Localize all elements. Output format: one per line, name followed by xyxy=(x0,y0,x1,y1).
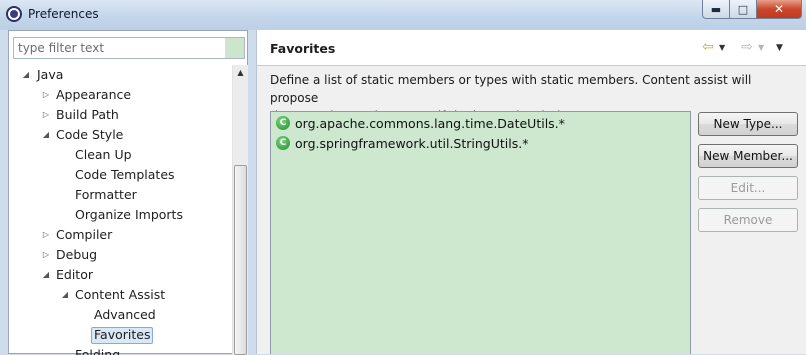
title-bar: Preferences ▬ □ ✕ xyxy=(0,0,806,30)
clear-filter-icon[interactable] xyxy=(225,38,244,58)
new-member-button[interactable]: New Member... xyxy=(698,144,798,168)
tree-item-label: Formatter xyxy=(75,187,137,202)
scrollbar-thumb[interactable] xyxy=(234,165,247,355)
tree-item-favorites[interactable]: Favorites xyxy=(9,325,231,345)
tree-item-organize-imports[interactable]: Organize Imports xyxy=(9,205,231,225)
favorites-list[interactable]: C org.apache.commons.lang.time.DateUtils… xyxy=(270,111,691,354)
chevron-down-icon[interactable]: ▼ xyxy=(776,43,788,53)
tree-item-compiler[interactable]: ▷ Compiler xyxy=(9,225,231,245)
tree-item-label: Editor xyxy=(56,267,93,282)
tree-item-code-templates[interactable]: Code Templates xyxy=(9,165,231,185)
collapsed-arrow-icon[interactable]: ▷ xyxy=(41,249,51,261)
expanded-arrow-icon[interactable]: ◢ xyxy=(41,129,51,141)
favorite-label: org.apache.commons.lang.time.DateUtils.* xyxy=(295,116,565,131)
forward-history-chevron-icon[interactable]: ▼ xyxy=(758,43,768,53)
tree-item-label: Appearance xyxy=(56,87,132,102)
tree-item-advanced[interactable]: Advanced xyxy=(9,305,231,325)
tree-item-formatter[interactable]: Formatter xyxy=(9,185,231,205)
tree-item-label: Organize Imports xyxy=(75,207,183,222)
tree-item-label: Code Style xyxy=(56,127,124,142)
tree-item-label: Clean Up xyxy=(75,147,132,162)
tree-item-appearance[interactable]: ▷ Appearance xyxy=(9,85,231,105)
tree-scrollbar[interactable]: ▲ xyxy=(232,65,248,355)
description-line: Define a list of static members or types… xyxy=(270,73,752,105)
tree-item-label: Advanced xyxy=(94,307,156,322)
tree-item-clean-up[interactable]: Clean Up xyxy=(9,145,231,165)
expanded-arrow-icon[interactable]: ◢ xyxy=(21,69,31,81)
tree-item-label-selected: Favorites xyxy=(91,327,154,344)
filter-field xyxy=(13,37,245,59)
tree-item-label: Compiler xyxy=(56,227,113,242)
close-button[interactable]: ✕ xyxy=(756,0,802,19)
static-member-icon: C xyxy=(276,136,290,150)
collapsed-arrow-icon[interactable]: ▷ xyxy=(41,109,51,121)
scroll-up-arrow-icon[interactable]: ▲ xyxy=(233,65,248,81)
tree-item-label: Code Templates xyxy=(75,167,175,182)
eclipse-app-icon xyxy=(6,6,22,22)
new-type-button[interactable]: New Type... xyxy=(698,112,798,136)
page-title: Favorites xyxy=(270,41,336,56)
collapsed-arrow-icon[interactable]: ▷ xyxy=(41,89,51,101)
tree-item-content-assist[interactable]: ◢ Content Assist xyxy=(9,285,231,305)
arrow-right-icon[interactable]: ⇨ xyxy=(739,39,755,55)
arrow-left-icon[interactable]: ⇦ xyxy=(700,39,716,55)
preferences-tree-pane: ◢ Java ▷ Appearance ▷ Build Path ◢ Code … xyxy=(8,30,248,355)
tree-item-label: Build Path xyxy=(56,107,119,122)
preference-page: Favorites ⇦ ▼ ⇨ ▼ ▼ Define a list of sta… xyxy=(256,30,806,354)
tree-item-build-path[interactable]: ▷ Build Path xyxy=(9,105,231,125)
edit-button[interactable]: Edit... xyxy=(698,176,798,200)
expanded-arrow-icon[interactable]: ◢ xyxy=(60,289,70,301)
maximize-button[interactable]: □ xyxy=(729,0,757,19)
tree-item-editor[interactable]: ◢ Editor xyxy=(9,265,231,285)
static-member-icon: C xyxy=(276,116,290,130)
back-history-chevron-icon[interactable]: ▼ xyxy=(719,43,729,53)
tree-item-label: Content Assist xyxy=(75,287,166,302)
remove-button[interactable]: Remove xyxy=(698,208,798,232)
tree-item-label: Debug xyxy=(56,247,98,262)
filter-input[interactable] xyxy=(14,38,226,58)
expanded-arrow-icon[interactable]: ◢ xyxy=(41,269,51,281)
page-header: Favorites ⇦ ▼ ⇨ ▼ ▼ xyxy=(257,30,806,66)
preferences-tree: ◢ Java ▷ Appearance ▷ Build Path ◢ Code … xyxy=(9,65,231,355)
tree-item-code-style[interactable]: ◢ Code Style xyxy=(9,125,231,145)
tree-item-java[interactable]: ◢ Java xyxy=(9,65,231,85)
tree-item-label: Java xyxy=(37,67,64,82)
tree-item-debug[interactable]: ▷ Debug xyxy=(9,245,231,265)
minimize-button[interactable]: ▬ xyxy=(702,0,730,19)
collapsed-arrow-icon[interactable]: ▷ xyxy=(41,229,51,241)
favorite-label: org.springframework.util.StringUtils.* xyxy=(295,136,529,151)
window-title: Preferences xyxy=(28,7,99,21)
